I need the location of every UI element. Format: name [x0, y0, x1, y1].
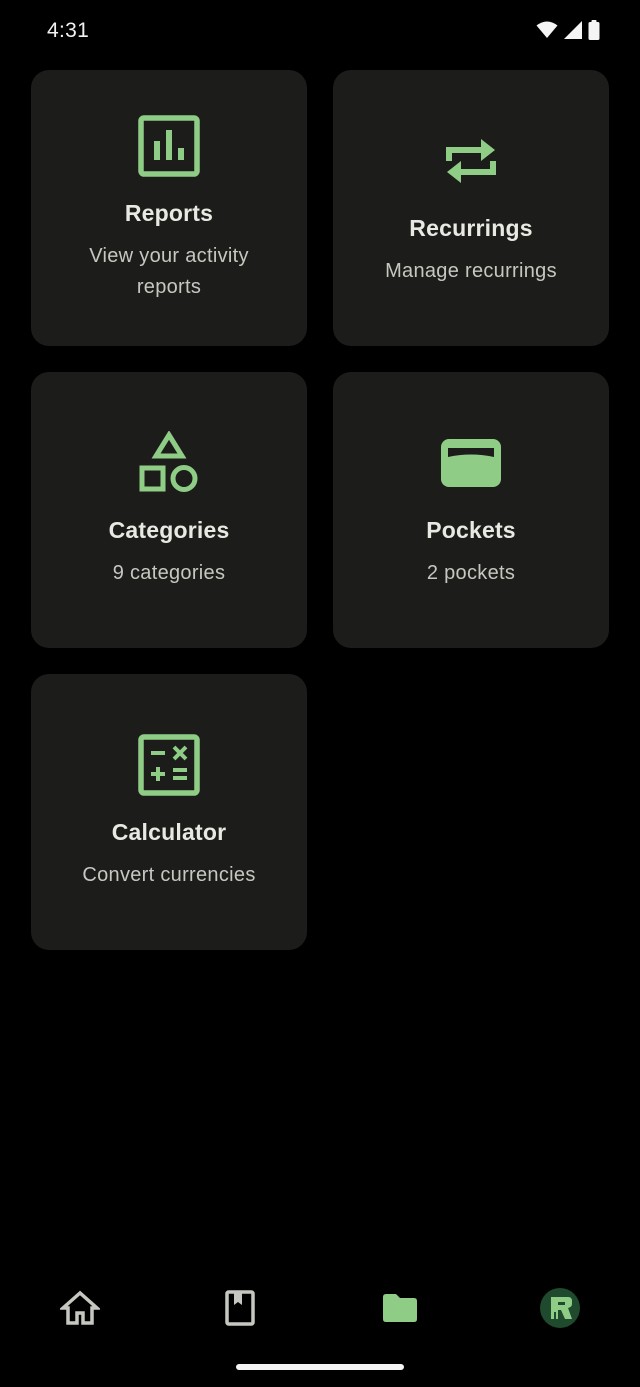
folder-icon — [381, 1292, 419, 1329]
wallet-icon — [439, 431, 503, 495]
card-title: Reports — [124, 199, 214, 226]
battery-icon — [588, 20, 600, 40]
calculator-icon — [137, 733, 201, 797]
home-icon — [58, 1290, 102, 1331]
wifi-icon — [536, 21, 558, 39]
home-indicator[interactable] — [236, 1364, 404, 1370]
nav-profile[interactable] — [538, 1287, 582, 1334]
nav-bookmarks[interactable] — [218, 1288, 262, 1332]
bar-chart-icon — [137, 114, 201, 178]
status-time: 4:31 — [47, 19, 90, 42]
profile-avatar-icon — [539, 1287, 581, 1334]
status-icons — [536, 20, 600, 40]
nav-home[interactable] — [58, 1288, 102, 1332]
recurrings-card[interactable]: Recurrings Manage recurrings — [333, 70, 609, 346]
reports-card[interactable]: Reports View your activity reports — [31, 70, 307, 346]
card-subtitle: 2 pockets — [426, 562, 516, 584]
status-bar: 4:31 — [0, 0, 640, 64]
bookmark-book-icon — [225, 1289, 255, 1331]
pockets-card[interactable]: Pockets 2 pockets — [333, 372, 609, 648]
repeat-icon — [439, 129, 503, 193]
calculator-card[interactable]: Calculator Convert currencies — [31, 674, 307, 950]
card-subtitle: View your activity reports — [89, 244, 249, 298]
signal-icon — [564, 21, 582, 39]
shapes-icon — [137, 431, 201, 495]
card-subtitle: 9 categories — [112, 562, 226, 584]
nav-folder[interactable] — [378, 1288, 422, 1332]
card-subtitle: Convert currencies — [82, 864, 256, 886]
card-title: Categories — [108, 517, 230, 543]
card-title: Pockets — [426, 517, 516, 543]
card-title: Calculator — [111, 819, 227, 845]
bottom-navigation — [0, 1270, 640, 1350]
card-subtitle: Manage recurrings — [385, 260, 557, 282]
categories-card[interactable]: Categories 9 categories — [31, 372, 307, 648]
card-title: Recurrings — [409, 215, 533, 241]
